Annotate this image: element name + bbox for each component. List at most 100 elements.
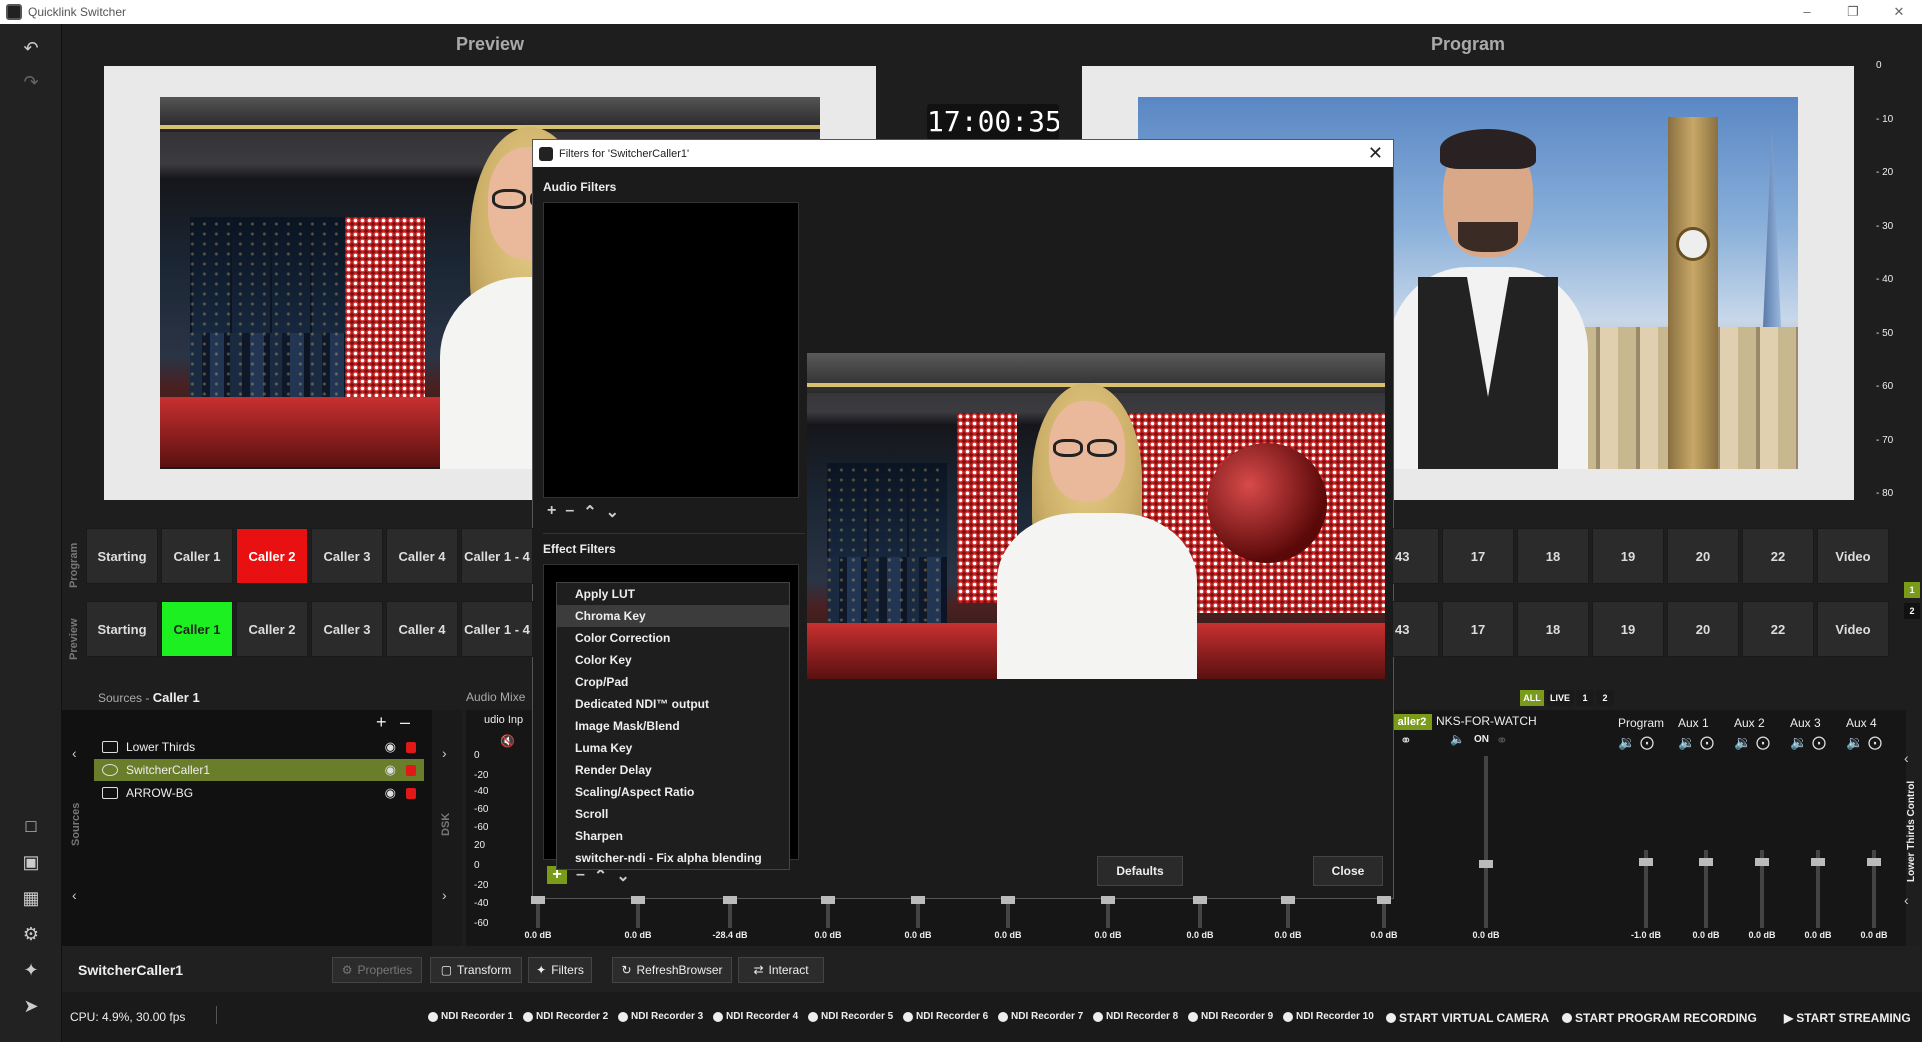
- exit-icon[interactable]: ➤: [16, 994, 46, 1018]
- preview-button-right[interactable]: Video: [1817, 601, 1889, 657]
- program-button-right[interactable]: 18: [1517, 528, 1589, 584]
- minimize-icon[interactable]: –: [1784, 0, 1830, 24]
- add-filter-menu-item[interactable]: Chroma Key: [557, 605, 789, 627]
- fader-knob[interactable]: [1101, 896, 1115, 904]
- source-item[interactable]: Lower Thirds ◉: [94, 736, 424, 758]
- aux-fader[interactable]: [1699, 850, 1713, 928]
- remove-audio-filter-icon[interactable]: –: [565, 502, 574, 522]
- add-filter-menu-item[interactable]: Apply LUT: [557, 583, 789, 605]
- aux-speaker-icon[interactable]: 🔉: [1678, 734, 1695, 751]
- close-button[interactable]: Close: [1313, 856, 1383, 886]
- aux-headphone-icon[interactable]: ⨀: [1700, 734, 1714, 751]
- mixer-fader[interactable]: [1479, 756, 1493, 928]
- aux-headphone-icon[interactable]: ⨀: [1868, 734, 1882, 751]
- move-down-audio-filter-icon[interactable]: ⌄: [606, 502, 619, 522]
- fader-knob[interactable]: [1479, 860, 1493, 868]
- layout-grid-icon[interactable]: ▦: [16, 886, 46, 910]
- ndi-recorder-toggle[interactable]: NDI Recorder 1: [428, 1011, 513, 1022]
- program-button-right[interactable]: 43: [1392, 528, 1439, 584]
- add-filter-menu-item[interactable]: Color Key: [557, 649, 789, 671]
- redo-icon[interactable]: ↷: [16, 70, 46, 94]
- aux-fader-knob[interactable]: [1639, 858, 1653, 866]
- program-button[interactable]: Starting: [86, 528, 158, 584]
- program-button[interactable]: Caller 2: [236, 528, 308, 584]
- visibility-eye-icon[interactable]: ◉: [385, 739, 396, 755]
- start-program-recording-button[interactable]: START PROGRAM RECORDING: [1562, 1011, 1757, 1025]
- add-filter-menu-item[interactable]: Color Correction: [557, 627, 789, 649]
- program-button[interactable]: Caller 1: [161, 528, 233, 584]
- mute-icon[interactable]: 🔇: [500, 734, 515, 748]
- preview-button-right[interactable]: 18: [1517, 601, 1589, 657]
- add-source-icon[interactable]: +: [376, 712, 387, 733]
- preview-button-right[interactable]: 19: [1592, 601, 1664, 657]
- visibility-eye-icon[interactable]: ◉: [385, 762, 396, 778]
- display-icon[interactable]: ▣: [16, 850, 46, 874]
- mixer-fader[interactable]: [1193, 896, 1207, 928]
- aux-headphone-icon[interactable]: ⨀: [1812, 734, 1826, 751]
- aux-headphone-icon[interactable]: ⨀: [1756, 734, 1770, 751]
- ndi-recorder-toggle[interactable]: NDI Recorder 6: [903, 1011, 988, 1022]
- source-item[interactable]: ARROW-BG ◉: [94, 782, 424, 804]
- channel-headphone-icon[interactable]: ⚭: [1400, 732, 1412, 749]
- interact-button[interactable]: ⇄ Interact: [738, 957, 824, 983]
- remove-source-icon[interactable]: –: [400, 712, 410, 733]
- aux-speaker-icon[interactable]: 🔉: [1846, 734, 1863, 751]
- mixer-fader[interactable]: [1377, 896, 1391, 928]
- dsk-next-icon[interactable]: ›: [442, 745, 447, 761]
- add-filter-menu-item[interactable]: switcher-ndi - Fix alpha blending: [557, 847, 789, 869]
- add-filter-menu-item[interactable]: Sharpen: [557, 825, 789, 847]
- refresh-browser-button[interactable]: ↻ RefreshBrowser: [612, 957, 732, 983]
- dsk-next2-icon[interactable]: ›: [442, 887, 447, 903]
- move-up-audio-filter-icon[interactable]: ⌃: [583, 502, 596, 522]
- dialog-close-icon[interactable]: ✕: [1368, 143, 1383, 164]
- undo-icon[interactable]: ↶: [16, 36, 46, 60]
- lock-icon[interactable]: [406, 764, 416, 776]
- aux-fader[interactable]: [1755, 850, 1769, 928]
- aux-speaker-icon[interactable]: 🔉: [1734, 734, 1751, 751]
- fader-knob[interactable]: [1193, 896, 1207, 904]
- properties-button[interactable]: ⚙ Properties: [332, 957, 422, 983]
- page-badge-2[interactable]: 2: [1904, 603, 1920, 619]
- mixer-fader[interactable]: [1101, 896, 1115, 928]
- mixer-filter-tag[interactable]: 2: [1596, 690, 1614, 706]
- fader-knob[interactable]: [1281, 896, 1295, 904]
- add-filter-menu-item[interactable]: Scroll: [557, 803, 789, 825]
- program-button[interactable]: Caller 4: [386, 528, 458, 584]
- tools-icon[interactable]: ✦: [16, 958, 46, 982]
- settings-gear-icon[interactable]: ⚙: [16, 922, 46, 946]
- program-button-right[interactable]: 17: [1442, 528, 1514, 584]
- filters-button[interactable]: ✦ Filters: [528, 957, 592, 983]
- ndi-recorder-toggle[interactable]: NDI Recorder 5: [808, 1011, 893, 1022]
- lower-thirds-collapse-icon[interactable]: ‹: [1904, 892, 1909, 908]
- fader-knob[interactable]: [911, 896, 925, 904]
- add-filter-menu-item[interactable]: Crop/Pad: [557, 671, 789, 693]
- preview-button[interactable]: Caller 1: [161, 601, 233, 657]
- preview-button-right[interactable]: 17: [1442, 601, 1514, 657]
- fader-knob[interactable]: [1001, 896, 1015, 904]
- program-button-right[interactable]: Video: [1817, 528, 1889, 584]
- ndi-recorder-toggle[interactable]: NDI Recorder 7: [998, 1011, 1083, 1022]
- add-filter-menu-item[interactable]: Dedicated NDI™ output: [557, 693, 789, 715]
- aux-fader[interactable]: [1811, 850, 1825, 928]
- mixer-filter-tag[interactable]: 1: [1576, 690, 1594, 706]
- fader-knob[interactable]: [531, 896, 545, 904]
- lock-icon[interactable]: [406, 787, 416, 799]
- preview-button[interactable]: Caller 4: [386, 601, 458, 657]
- aux-fader-knob[interactable]: [1699, 858, 1713, 866]
- add-filter-menu-item[interactable]: Render Delay: [557, 759, 789, 781]
- add-filter-menu-item[interactable]: Image Mask/Blend: [557, 715, 789, 737]
- fader-knob[interactable]: [1377, 896, 1391, 904]
- sources-prev2-icon[interactable]: ‹: [72, 887, 77, 903]
- page-badge-1[interactable]: 1: [1904, 582, 1920, 598]
- preview-button[interactable]: Starting: [86, 601, 158, 657]
- ndi-recorder-toggle[interactable]: NDI Recorder 3: [618, 1011, 703, 1022]
- mixer-filter-tag[interactable]: LIVE: [1546, 690, 1574, 706]
- mixer-fader[interactable]: [531, 896, 545, 928]
- fader-knob[interactable]: [631, 896, 645, 904]
- mixer-filter-tag[interactable]: ALL: [1520, 690, 1544, 706]
- program-button[interactable]: Caller 3: [311, 528, 383, 584]
- start-streaming-button[interactable]: ▶ START STREAMING: [1784, 1011, 1911, 1025]
- channel-speaker-icon[interactable]: 🔈: [1450, 732, 1465, 746]
- program-button-right[interactable]: 19: [1592, 528, 1664, 584]
- aux-fader-knob[interactable]: [1811, 858, 1825, 866]
